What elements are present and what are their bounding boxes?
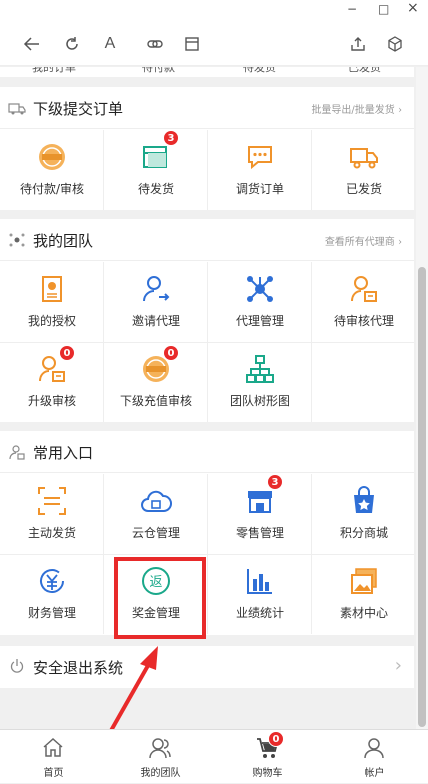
tab-account[interactable]: 帐户 [321,730,428,784]
view-all-agents-link[interactable]: 查看所有代理商 › [325,233,402,248]
browser-toolbar: A [0,22,428,66]
clipped-order-row: 我的订单 待付款 待发货 已发货 [0,67,414,77]
section-header[interactable]: 我的团队 查看所有代理商 › [0,219,414,261]
link-icon[interactable] [145,34,165,54]
finance-management-entry[interactable]: 财务管理 [0,554,104,634]
home-icon [41,736,65,760]
bar-chart-icon [244,565,276,597]
active-shipping-entry[interactable]: 主动发货 [0,474,104,554]
upgrade-review-entry[interactable]: 0 升级审核 [0,342,104,422]
cube-icon[interactable] [385,34,405,54]
pay-seal-icon [36,141,68,173]
team-tree-entry[interactable]: 团队树形图 [208,342,312,422]
cloud-warehouse-entry[interactable]: 云仓管理 [104,474,208,554]
badge: 0 [268,731,284,747]
truck-icon [348,141,380,173]
certificate-icon [36,273,68,305]
my-authorization-entry[interactable]: 我的授权 [0,262,104,342]
retail-management-entry[interactable]: 3 零售管理 [208,474,312,554]
panel-icon[interactable] [182,34,202,54]
store-icon [244,485,276,517]
pending-payment-entry[interactable]: 待付款/审核 [0,130,104,210]
maximize-button[interactable]: □ [378,2,389,16]
orders-icon [8,100,26,116]
performance-stats-entry[interactable]: 业绩统计 [208,554,312,634]
to-ship-entry[interactable]: 3 待发货 [104,130,208,210]
finance-icon [36,565,68,597]
tab-home[interactable]: 首页 [0,730,107,784]
highlight-box [114,557,206,639]
main-content: 我的订单 待付款 待发货 已发货 下级提交订单 批量导出/批量发货 › 待付款/… [0,67,414,729]
batch-export-link[interactable]: 批量导出/批量发货 › [311,101,402,116]
team-icon [148,736,172,760]
badge: 0 [59,345,75,361]
back-arrow-icon[interactable] [22,34,42,54]
minimize-button[interactable]: − [347,2,357,16]
text-size-button[interactable]: A [100,34,120,54]
reload-icon[interactable] [62,34,82,54]
section-title: 我的团队 [33,232,94,250]
scan-ship-icon [36,485,68,517]
logout-row[interactable]: 安全退出系统 › [0,646,414,688]
agent-management-entry[interactable]: 代理管理 [208,262,312,342]
badge: 0 [163,345,179,361]
section-header: 常用入口 [0,431,414,473]
points-mall-entry[interactable]: 积分商城 [312,474,414,554]
section-title: 下级提交订单 [33,100,124,118]
box-icon [140,141,172,173]
scrollbar[interactable] [416,67,428,729]
chat-icon [244,141,276,173]
window-titlebar: − □ × [0,0,428,22]
images-icon [348,565,380,597]
share-icon[interactable] [348,34,368,54]
tree-icon [244,353,276,385]
points-bag-icon [348,485,380,517]
sub-orders-section: 下级提交订单 批量导出/批量发货 › 待付款/审核 3 待发货 调货订单 已发货 [0,87,414,210]
tab-team[interactable]: 我的团队 [107,730,214,784]
shipped-entry[interactable]: 已发货 [312,130,414,210]
transfer-orders-entry[interactable]: 调货订单 [208,130,312,210]
network-icon [244,273,276,305]
team-section: 我的团队 查看所有代理商 › 我的授权 邀请代理 代理管理 待审核代理 0 升级… [0,219,414,422]
material-center-entry[interactable]: 素材中心 [312,554,414,634]
common-entries-section: 常用入口 主动发货 云仓管理 3 零售管理 积分商城 财务管理 返 奖金管理 业… [0,431,414,635]
cloud-warehouse-icon [140,485,172,517]
team-dots-icon [8,232,26,248]
badge: 3 [163,130,179,146]
chevron-right-icon: › [394,655,402,676]
power-icon [9,658,25,674]
scrollbar-thumb[interactable] [418,267,426,727]
tab-cart[interactable]: 0 购物车 [214,730,321,784]
bottom-tab-bar: 首页 我的团队 0 购物车 帐户 [0,729,428,783]
invite-agent-entry[interactable]: 邀请代理 [104,262,208,342]
recharge-review-entry[interactable]: 0 下级充值审核 [104,342,208,422]
user-outline-icon [8,444,26,460]
pending-user-icon [348,273,380,305]
account-icon [362,736,386,760]
section-header[interactable]: 下级提交订单 批量导出/批量发货 › [0,87,414,129]
section-title: 常用入口 [33,444,94,462]
close-button[interactable]: × [407,0,419,16]
invite-user-icon [140,273,172,305]
badge: 3 [267,474,283,490]
pending-agent-entry[interactable]: 待审核代理 [312,262,414,342]
